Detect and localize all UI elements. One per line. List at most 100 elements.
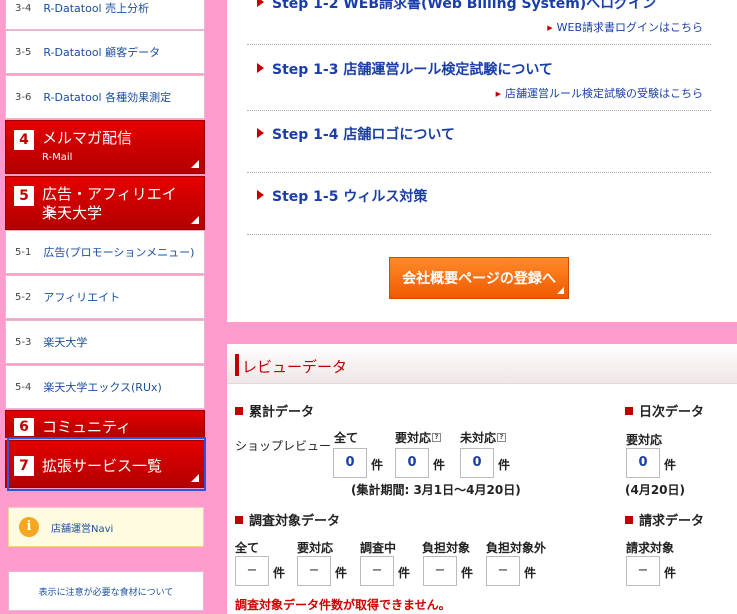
category-extended-services[interactable]: 7 拡張サービス一覧 [5, 440, 205, 488]
unit-label: 件 [498, 458, 511, 472]
billing-section-title: 請求データ [625, 510, 704, 529]
cumulative-unhandled-value[interactable]: 0 [460, 448, 494, 478]
section-title-text: 調査対象データ [249, 514, 341, 529]
corner-arrow-icon [191, 474, 199, 482]
sidebar-item-3-5[interactable]: 3-5 R-Datatool 顧客データ [5, 30, 205, 74]
cumulative-needs-action-value[interactable]: 0 [395, 448, 429, 478]
unit-label: 件 [273, 566, 286, 580]
corner-arrow-icon [191, 160, 199, 168]
category-title-line2: 楽天大学 [42, 204, 103, 222]
category-number-badge: 6 [14, 418, 34, 436]
sidebar-item-number: 5-1 [15, 246, 32, 258]
divider [247, 234, 711, 235]
section-title-text: 日次データ [639, 405, 705, 420]
step-1-4-link[interactable]: Step 1-4 店舗ロゴについて [257, 124, 455, 144]
unit-label: 件 [664, 458, 677, 472]
category-mail-magazine[interactable]: 4 メルマガ配信 R-Mail [5, 120, 205, 174]
survey-investigating-value[interactable]: − [360, 556, 394, 586]
web-billing-login-link[interactable]: ▶ WEB請求書ログインはこちら [547, 19, 703, 35]
unit-label: 件 [664, 566, 677, 580]
sidebar: 3-4 R-Datatool 売上分析 3-5 R-Datatool 顧客データ… [5, 0, 206, 614]
sidebar-item-number: 3-5 [15, 46, 32, 58]
unit-label: 件 [524, 566, 537, 580]
survey-section-title: 調査対象データ [235, 510, 340, 529]
cumulative-period: (集計期間: 3月1日〜4月20日) [351, 483, 521, 497]
store-navi-label: 店舗運営Navi [51, 523, 114, 535]
help-icon[interactable]: ? [432, 433, 442, 442]
col-unhandled: 未対応? [460, 429, 507, 446]
sidebar-item-5-2[interactable]: 5-2 アフィリエイト [5, 275, 205, 319]
rule-exam-link[interactable]: ▶ 店舗運営ルール検定試験の受験はこちら [496, 85, 703, 101]
section-title-text: 請求データ [639, 514, 705, 529]
store-navi-link[interactable]: i 店舗運営Navi [8, 507, 204, 547]
sidebar-item-label: 楽天大学 [43, 336, 88, 349]
arrow-right-icon [257, 63, 264, 73]
daily-date: (4月20日) [625, 483, 686, 497]
link-label: 店舗運営ルール検定試験の受験はこちら [505, 87, 703, 100]
arrow-right-icon [257, 0, 264, 7]
survey-col-liable: 負担対象 [422, 541, 471, 555]
sidebar-item-3-6[interactable]: 3-6 R-Datatool 各種効果測定 [5, 75, 205, 119]
sidebar-item-label: アフィリエイト [43, 291, 121, 304]
unit-label: 件 [398, 566, 411, 580]
col-label: 未対応 [460, 431, 497, 445]
unit-label: 件 [461, 566, 474, 580]
survey-col-not-liable: 負担対象外 [486, 541, 547, 555]
step-label: Step 1-5 ウィルス対策 [272, 189, 428, 205]
corner-arrow-icon [191, 216, 199, 224]
sidebar-item-number: 5-3 [15, 336, 32, 348]
divider [247, 172, 711, 173]
triangle-right-icon: ▶ [547, 24, 553, 32]
section-title-text: 累計データ [249, 405, 315, 420]
triangle-right-icon: ▶ [495, 90, 501, 98]
survey-liable-value[interactable]: − [423, 556, 457, 586]
survey-not-liable-value[interactable]: − [486, 556, 520, 586]
category-subtitle: R-Mail [42, 152, 73, 163]
corner-arrow-icon [557, 287, 564, 294]
survey-all-value[interactable]: − [235, 556, 269, 586]
sidebar-item-label: 楽天大学エックス(RUx) [43, 381, 162, 394]
help-icon[interactable]: ? [497, 433, 507, 442]
divider [247, 44, 711, 45]
info-icon: i [19, 517, 39, 537]
billing-target-value[interactable]: − [626, 556, 660, 586]
sidebar-item-label: 広告(プロモーションメニュー) [43, 246, 195, 259]
review-panel: レビューデータ 累計データ ショップレビュー 全て 要対応? 未対応? 0 件 … [227, 344, 737, 614]
sidebar-item-label: R-Datatool 顧客データ [43, 46, 161, 59]
category-number-badge: 7 [14, 456, 34, 476]
link-label: WEB請求書ログインはこちら [556, 21, 703, 34]
sidebar-item-3-4[interactable]: 3-4 R-Datatool 売上分析 [5, 0, 205, 30]
square-bullet-icon [625, 407, 633, 415]
food-notice-label: 表示に注意が必要な食材について [38, 587, 174, 598]
review-header: レビューデータ [227, 344, 737, 384]
col-needs-action: 要対応? [395, 429, 442, 446]
category-community[interactable]: 6 コミュニティ [5, 410, 205, 438]
sidebar-item-5-1[interactable]: 5-1 広告(プロモーションメニュー) [5, 230, 205, 274]
step-1-2-link[interactable]: Step 1-2 WEB請求書(Web Billing System)へログイン [257, 0, 656, 13]
survey-needs-action-value[interactable]: − [297, 556, 331, 586]
button-label: 会社概要ページの登録へ [402, 271, 556, 287]
step-label: Step 1-2 WEB請求書(Web Billing System)へログイン [272, 0, 657, 12]
food-notice-link[interactable]: 表示に注意が必要な食材について [8, 571, 204, 611]
daily-needs-action-value[interactable]: 0 [626, 448, 660, 478]
review-title: レビューデータ [242, 358, 348, 376]
arrow-right-icon [257, 128, 264, 138]
steps-panel: Step 1-2 WEB請求書(Web Billing System)へログイン… [227, 0, 737, 322]
company-profile-button[interactable]: 会社概要ページの登録へ [389, 257, 569, 299]
sidebar-item-5-4[interactable]: 5-4 楽天大学エックス(RUx) [5, 365, 205, 409]
col-label: 要対応 [395, 431, 432, 445]
survey-col-needs-action: 要対応 [297, 541, 334, 555]
sidebar-item-label: R-Datatool 売上分析 [43, 2, 150, 15]
square-bullet-icon [235, 516, 243, 524]
step-1-5-link[interactable]: Step 1-5 ウィルス対策 [257, 186, 427, 206]
sidebar-item-5-3[interactable]: 5-3 楽天大学 [5, 320, 205, 364]
shop-review-label: ショップレビュー [235, 439, 332, 453]
sidebar-item-number: 5-4 [15, 381, 32, 393]
cumulative-all-value[interactable]: 0 [333, 448, 367, 478]
unit-label: 件 [335, 566, 348, 580]
sidebar-item-number: 3-4 [15, 2, 32, 14]
category-ads-affiliate[interactable]: 5 広告・アフィリエイト・ 楽天大学 [5, 176, 205, 230]
error-message: 調査対象データ件数が取得できません。 [235, 598, 451, 612]
step-label: Step 1-4 店舗ロゴについて [272, 127, 455, 143]
step-1-3-link[interactable]: Step 1-3 店舗運営ルール検定試験について [257, 59, 553, 79]
